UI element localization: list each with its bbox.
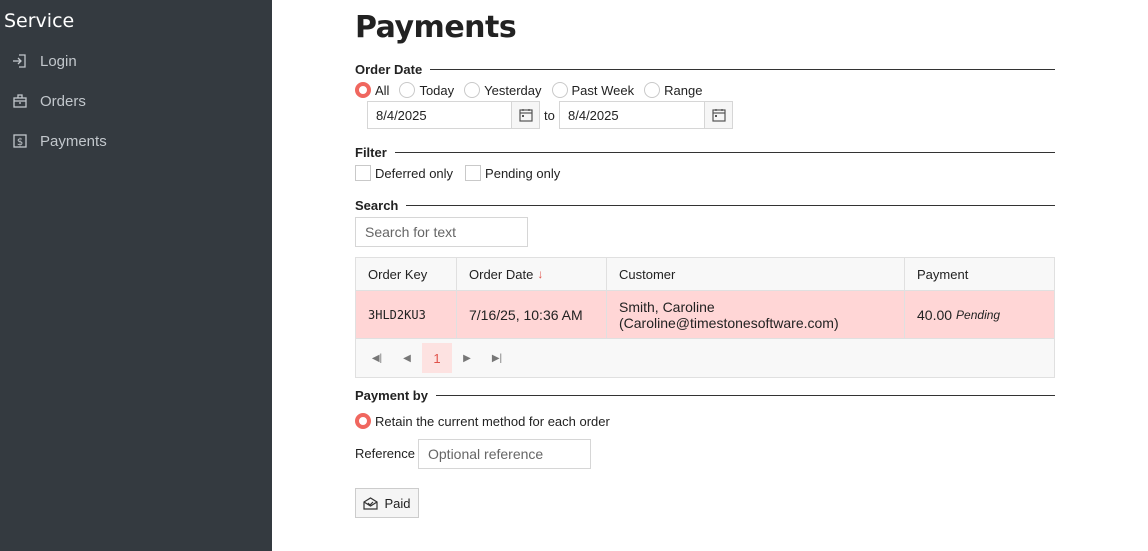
radio-all[interactable]: All	[355, 82, 389, 98]
deferred-only-checkbox[interactable]: Deferred only	[355, 165, 453, 181]
paid-button[interactable]: Paid	[355, 488, 419, 518]
sidebar-item-label: Orders	[40, 92, 86, 110]
radio-circle	[355, 413, 371, 429]
to-label: to	[544, 108, 555, 123]
from-date-value: 8/4/2025	[376, 107, 427, 123]
checkbox-label: Deferred only	[375, 165, 454, 181]
radio-range[interactable]: Range	[644, 82, 702, 98]
payments-icon: $	[12, 133, 28, 149]
calendar-icon[interactable]	[511, 102, 539, 128]
column-label: Payment	[917, 266, 969, 282]
search-section: Search	[355, 196, 1055, 214]
payment-by-section: Payment by	[355, 386, 1055, 404]
checkbox-box	[355, 165, 371, 181]
page-title: Payments	[355, 10, 517, 45]
brand-title: Service	[4, 10, 75, 32]
table-header: Order Key Order Date ↓ Customer Payment	[356, 258, 1054, 291]
pending-only-checkbox[interactable]: Pending only	[465, 165, 560, 181]
radio-label: Past Week	[571, 82, 635, 98]
filter-options: Deferred only Pending only	[355, 165, 572, 181]
sidebar-item-payments[interactable]: $ Payments	[12, 127, 107, 155]
reference-placeholder: Optional reference	[428, 446, 544, 462]
radio-today[interactable]: Today	[399, 82, 454, 98]
order-date-section: Order Date	[355, 60, 1055, 78]
first-page-icon[interactable]: ◀​|	[362, 343, 392, 373]
radio-retain-method[interactable]: Retain the current method for each order	[355, 413, 610, 429]
radio-label: Today	[419, 82, 455, 98]
search-heading: Search	[355, 197, 399, 213]
radio-circle	[551, 82, 568, 98]
table-row[interactable]: 3HLD2KU3 7/16/25, 10:36 AM Smith, Caroli…	[356, 291, 1054, 339]
sidebar-item-orders[interactable]: Orders	[12, 87, 86, 115]
column-header-payment[interactable]: Payment	[905, 258, 1054, 290]
search-input[interactable]: Search for text	[355, 217, 528, 247]
divider	[430, 68, 1055, 70]
svg-text:$: $	[17, 137, 23, 148]
sidebar: Service Login Orders $ Payments	[0, 0, 272, 551]
payment-by-heading: Payment by	[355, 387, 428, 403]
pager: ◀​| ◀ 1 ▶ ▶|	[356, 339, 1054, 377]
radio-label: Range	[664, 82, 703, 98]
radio-label: Yesterday	[484, 82, 542, 98]
radio-label: Retain the current method for each order	[375, 413, 610, 429]
order-key-cell: 3HLD2KU3	[368, 307, 426, 322]
to-date-value: 8/4/2025	[568, 107, 619, 123]
divider	[394, 151, 1055, 153]
orders-icon	[12, 93, 28, 109]
column-header-order-key[interactable]: Order Key	[356, 258, 457, 290]
customer-name-cell: Smith, Caroline	[619, 298, 715, 315]
filter-heading: Filter	[355, 144, 387, 160]
checkbox-label: Pending only	[485, 165, 561, 181]
sidebar-item-label: Payments	[40, 132, 107, 150]
from-date-field[interactable]: 8/4/2025	[367, 101, 540, 129]
payment-method-options: Retain the current method for each order	[355, 413, 620, 429]
radio-circle	[355, 82, 371, 98]
reference-label: Reference	[355, 446, 415, 461]
calendar-icon[interactable]	[704, 102, 732, 128]
column-label: Order Date	[469, 266, 534, 282]
sidebar-item-label: Login	[40, 52, 77, 70]
next-page-icon[interactable]: ▶	[452, 343, 482, 373]
radio-yesterday[interactable]: Yesterday	[464, 82, 542, 98]
divider	[406, 204, 1055, 206]
login-icon	[12, 53, 28, 69]
paid-label: Paid	[384, 495, 411, 511]
divider	[435, 394, 1055, 396]
payments-table: Order Key Order Date ↓ Customer Payment 3…	[355, 257, 1055, 378]
page-number-button[interactable]: 1	[422, 343, 452, 373]
payment-status-cell: Pending	[956, 307, 1001, 322]
order-date-options: All Today Yesterday Past Week Range	[355, 82, 712, 98]
radio-label: All	[375, 82, 390, 98]
payment-amount-cell: 40.00	[917, 306, 953, 323]
search-placeholder: Search for text	[365, 224, 457, 240]
radio-past-week[interactable]: Past Week	[551, 82, 635, 98]
checkbox-box	[465, 165, 482, 181]
radio-circle	[399, 82, 416, 98]
radio-circle	[464, 82, 481, 98]
sidebar-item-login[interactable]: Login	[12, 47, 77, 75]
prev-page-icon[interactable]: ◀	[392, 343, 422, 373]
to-date-field[interactable]: 8/4/2025	[559, 101, 733, 129]
column-label: Customer	[619, 266, 676, 282]
column-header-order-date[interactable]: Order Date ↓	[457, 258, 607, 290]
radio-circle	[644, 82, 661, 98]
reference-input[interactable]: Optional reference	[418, 439, 591, 469]
sort-desc-icon: ↓	[537, 267, 544, 281]
filter-section: Filter	[355, 143, 1055, 161]
column-label: Order Key	[368, 266, 428, 282]
order-date-cell: 7/16/25, 10:36 AM	[469, 306, 583, 323]
customer-email-cell: (Caroline@timestonesoftware.com)	[619, 314, 839, 331]
column-header-customer[interactable]: Customer	[607, 258, 905, 290]
mail-check-icon	[363, 496, 379, 510]
last-page-icon[interactable]: ▶|	[482, 343, 512, 373]
order-date-heading: Order Date	[355, 61, 423, 77]
